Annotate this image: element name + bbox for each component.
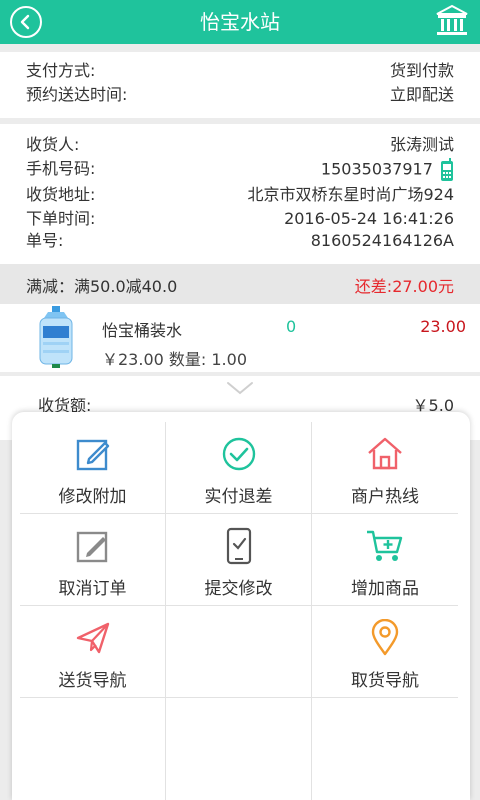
payment-section: 支付方式: 货到付款 预约送达时间: 立即配送	[0, 52, 480, 118]
app-header: 怡宝水站	[0, 0, 480, 44]
product-price: 23.00	[420, 317, 466, 336]
menu-item-empty	[166, 698, 312, 800]
page-title: 怡宝水站	[200, 10, 280, 34]
menu-item-refund[interactable]: 实付退差	[166, 422, 312, 514]
menu-item-empty	[20, 698, 166, 800]
phone-value: 15035037917	[320, 159, 433, 179]
bank-icon	[436, 4, 468, 35]
paper-plane-icon	[73, 618, 113, 658]
menu-item-delivery-navigation[interactable]: 送货导航	[20, 606, 166, 698]
delivery-time-row: 预约送达时间: 立即配送	[26, 84, 454, 106]
menu-item-empty	[166, 606, 312, 698]
address-value: 北京市双桥东星时尚广场924	[247, 185, 454, 204]
receiver-label: 收货人:	[26, 135, 80, 154]
location-pin-icon	[365, 618, 405, 658]
address-label: 收货地址:	[26, 185, 96, 204]
order-number-label: 单号:	[26, 231, 64, 250]
menu-label: 取货导航	[351, 671, 419, 691]
chevron-down-icon[interactable]	[226, 380, 254, 396]
product-quantity: 0	[286, 317, 297, 336]
action-grid: 修改附加 实付退差 商户热线 取消订单 提交修改 增加商品 送货导航 取货导航	[20, 422, 458, 800]
menu-item-cancel-order[interactable]: 取消订单	[20, 514, 166, 606]
menu-item-submit-changes[interactable]: 提交修改	[166, 514, 312, 606]
water-bottle-image	[39, 306, 73, 368]
order-number-value: 8160524164126A	[310, 231, 454, 250]
mobile-phone-icon[interactable]	[440, 158, 454, 182]
submit-phone-icon	[219, 526, 259, 566]
order-time-row: 下单时间: 2016-05-24 16:41:26	[26, 208, 454, 230]
payment-method-row: 支付方式: 货到付款	[26, 60, 454, 82]
check-circle-icon	[219, 434, 259, 474]
menu-item-add-product[interactable]: 增加商品	[312, 514, 458, 606]
menu-label: 实付退差	[204, 487, 273, 507]
order-time-label: 下单时间:	[26, 209, 96, 228]
discount-shortfall: 还差:27.00元	[354, 277, 454, 296]
menu-item-edit-extra[interactable]: 修改附加	[20, 422, 166, 514]
discount-bar: 满减：满50.0减40.0 还差:27.00元	[0, 264, 480, 304]
action-panel: 修改附加 实付退差 商户热线 取消订单 提交修改 增加商品 送货导航 取货导航	[12, 412, 470, 800]
delivery-time-value: 立即配送	[389, 85, 454, 104]
phone-label: 手机号码:	[26, 159, 96, 178]
phone-row: 手机号码: 15035037917	[26, 158, 454, 182]
menu-label: 增加商品	[351, 579, 419, 599]
receiver-value: 张涛测试	[389, 135, 454, 154]
menu-label: 取消订单	[58, 579, 127, 599]
cart-add-icon	[365, 526, 405, 566]
receiver-row: 收货人: 张涛测试	[26, 134, 454, 156]
order-number-row: 单号: 8160524164126A	[26, 230, 454, 252]
cancel-edit-icon	[73, 526, 113, 566]
menu-label: 修改附加	[58, 487, 127, 507]
menu-item-pickup-navigation[interactable]: 取货导航	[312, 606, 458, 698]
menu-item-empty	[312, 698, 458, 800]
house-icon	[365, 434, 405, 474]
product-name: 怡宝桶装水	[102, 321, 183, 340]
address-row: 收货地址: 北京市双桥东星时尚广场924	[26, 184, 454, 206]
menu-item-merchant-hotline[interactable]: 商户热线	[312, 422, 458, 514]
delivery-time-label: 预约送达时间:	[26, 85, 128, 104]
payment-method-value: 货到付款	[389, 61, 454, 80]
discount-label: 满减：满50.0减40.0	[26, 277, 178, 296]
menu-label: 商户热线	[351, 487, 419, 507]
customer-section: 收货人: 张涛测试 手机号码: 15035037917 收货地址: 北京市双桥东…	[0, 124, 480, 264]
menu-label: 送货导航	[58, 671, 127, 691]
order-time-value: 2016-05-24 16:41:26	[284, 209, 454, 228]
payment-method-label: 支付方式:	[26, 61, 96, 80]
product-detail: ￥23.00 数量: 1.00	[102, 350, 247, 369]
bank-button[interactable]	[434, 4, 470, 38]
edit-icon	[73, 434, 113, 474]
menu-label: 提交修改	[204, 579, 273, 599]
